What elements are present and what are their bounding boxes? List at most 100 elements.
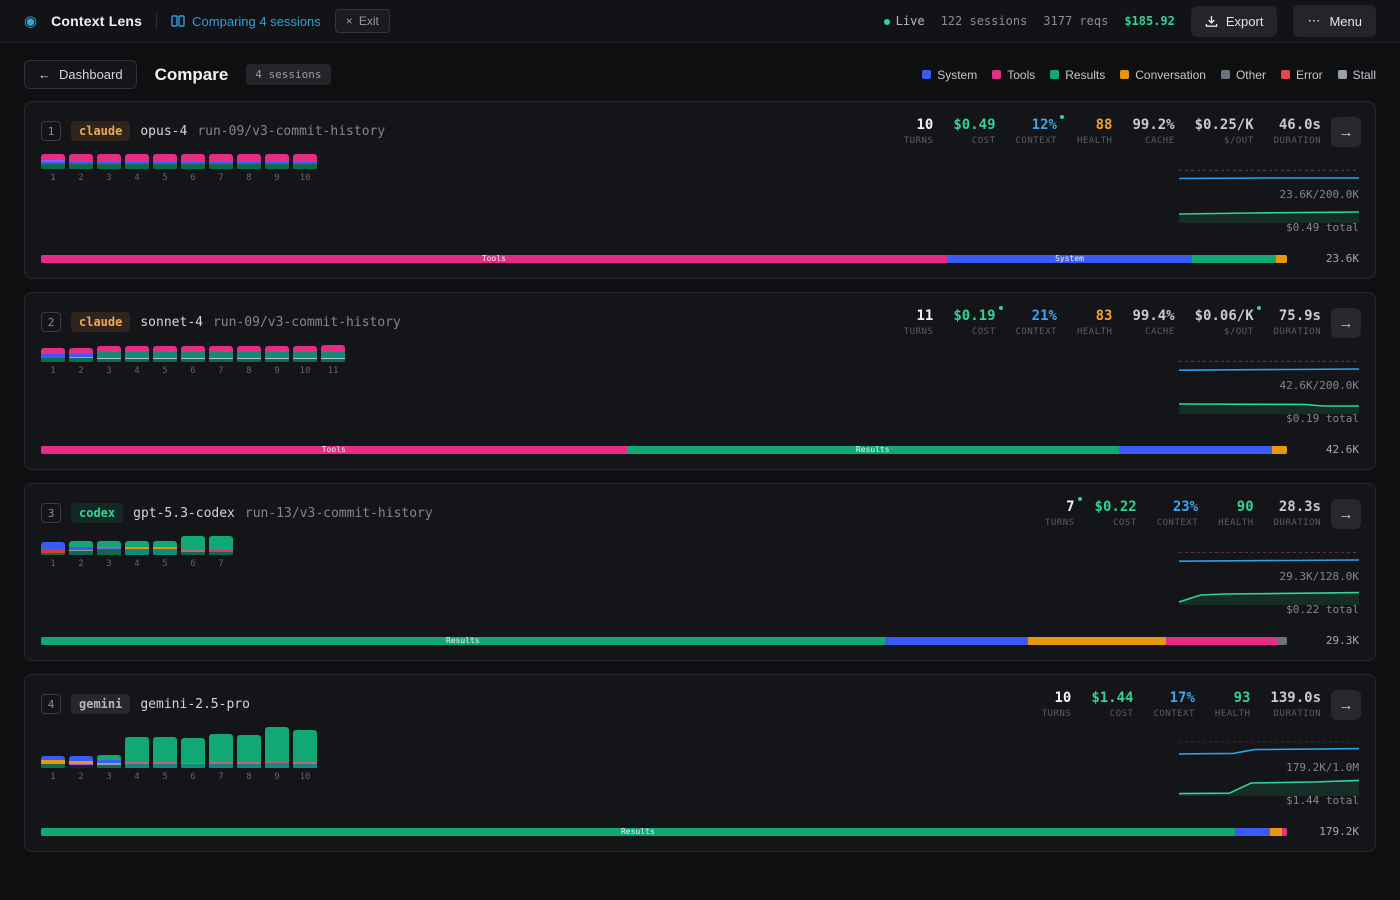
- turn-bar[interactable]: 1: [41, 154, 65, 183]
- turn-bar[interactable]: 5: [153, 346, 177, 376]
- turn-bar-segment: [209, 359, 233, 362]
- arrow-left-icon: ←: [38, 67, 51, 82]
- turn-bar-segment: [97, 154, 121, 162]
- turn-bar[interactable]: 3: [97, 346, 121, 376]
- stat-duration: 139.0sDURATION: [1270, 690, 1321, 719]
- live-dot-icon: [884, 19, 890, 25]
- turn-bar[interactable]: 2: [69, 756, 93, 782]
- turn-bar[interactable]: 2: [69, 348, 93, 376]
- token-segment[interactable]: [1282, 828, 1287, 836]
- stat-cost: $0.49COST: [953, 117, 995, 146]
- turn-number-label: 6: [181, 173, 205, 183]
- turn-bar[interactable]: 10: [293, 154, 317, 183]
- run-name: run-09/v3-commit-history: [197, 124, 385, 139]
- turn-bar[interactable]: 2: [69, 541, 93, 569]
- token-segment[interactable]: [1270, 828, 1282, 836]
- turn-bar-segment: [41, 358, 65, 362]
- token-segment[interactable]: [1276, 255, 1287, 263]
- turn-bar-segment: [153, 164, 177, 169]
- turn-bar[interactable]: 5: [153, 737, 177, 782]
- token-segment[interactable]: Results: [41, 637, 885, 645]
- turn-bar[interactable]: 3: [97, 541, 121, 569]
- turn-bar-stack: [265, 727, 289, 768]
- turn-bar[interactable]: 9: [265, 346, 289, 376]
- turn-bar[interactable]: 3: [97, 154, 121, 183]
- delta-dot-icon: [1078, 497, 1082, 501]
- turn-bar[interactable]: 7: [209, 536, 233, 569]
- token-segment[interactable]: [1192, 255, 1275, 263]
- turn-bar[interactable]: 7: [209, 346, 233, 376]
- turn-bar[interactable]: 1: [41, 348, 65, 376]
- token-segment[interactable]: Tools: [41, 255, 947, 263]
- menu-button[interactable]: ⋯ Menu: [1293, 5, 1376, 37]
- turn-bar[interactable]: 8: [237, 735, 261, 782]
- turn-bar[interactable]: 4: [125, 154, 149, 183]
- exit-button[interactable]: × Exit: [335, 9, 390, 33]
- turn-bar[interactable]: 7: [209, 734, 233, 782]
- turn-bar[interactable]: 4: [125, 737, 149, 782]
- token-segment[interactable]: [1166, 637, 1278, 645]
- turn-bar[interactable]: 1: [41, 542, 65, 569]
- turn-bar[interactable]: 7: [209, 154, 233, 183]
- stat-label: TURNS: [1045, 518, 1075, 528]
- token-segment[interactable]: [1119, 446, 1272, 454]
- turn-number-label: 7: [209, 772, 233, 782]
- turn-bar-segment: [153, 764, 177, 768]
- turn-bar[interactable]: 1: [41, 756, 65, 782]
- turn-bar[interactable]: 8: [237, 154, 261, 183]
- turn-bar[interactable]: 5: [153, 154, 177, 183]
- open-session-button[interactable]: →: [1331, 499, 1361, 529]
- token-segment[interactable]: [1278, 637, 1287, 645]
- legend-swatch-icon: [1050, 70, 1059, 79]
- stat-label: HEALTH: [1077, 327, 1113, 337]
- sessions-count: 122 sessions: [941, 14, 1028, 28]
- token-breakdown-row: Results 29.3K: [41, 634, 1359, 647]
- turn-bar[interactable]: 10: [293, 346, 317, 376]
- stat-label: COST: [972, 327, 996, 337]
- token-segment[interactable]: [1235, 828, 1270, 836]
- turn-bar-stack: [97, 755, 121, 768]
- token-segment[interactable]: [885, 637, 1028, 645]
- turn-bar-stack: [181, 536, 205, 555]
- context-sparkline: [1179, 739, 1359, 763]
- export-button[interactable]: Export: [1191, 6, 1278, 37]
- turn-bar[interactable]: 5: [153, 541, 177, 569]
- turn-bar-stack: [153, 737, 177, 768]
- turn-bar[interactable]: 10: [293, 730, 317, 782]
- open-session-button[interactable]: →: [1331, 117, 1361, 147]
- turn-bar[interactable]: 6: [181, 536, 205, 569]
- open-session-button[interactable]: →: [1331, 308, 1361, 338]
- turn-bar[interactable]: 6: [181, 738, 205, 782]
- turn-bar-segment: [209, 154, 233, 162]
- turn-number-label: 4: [125, 772, 149, 782]
- turn-bar[interactable]: 4: [125, 541, 149, 569]
- close-icon: ×: [346, 14, 353, 28]
- turn-bar-stack: [181, 346, 205, 362]
- turn-bar[interactable]: 4: [125, 346, 149, 376]
- token-segment[interactable]: System: [947, 255, 1192, 263]
- token-segment[interactable]: [1272, 446, 1287, 454]
- turn-bar[interactable]: 6: [181, 346, 205, 376]
- stat-label: $/OUT: [1224, 327, 1254, 337]
- turn-bar-stack: [321, 345, 345, 362]
- turn-bar[interactable]: 8: [237, 346, 261, 376]
- comparing-sessions-link[interactable]: Comparing 4 sessions: [171, 14, 321, 29]
- turn-number-label: 10: [293, 772, 317, 782]
- turn-bar[interactable]: 11: [321, 345, 345, 376]
- turn-bar[interactable]: 6: [181, 154, 205, 183]
- stat-label: CONTEXT: [1153, 709, 1194, 719]
- turn-bar[interactable]: 2: [69, 154, 93, 183]
- turn-bar-stack: [293, 346, 317, 362]
- turn-bar-stack: [41, 154, 65, 169]
- turn-bar[interactable]: 9: [265, 154, 289, 183]
- token-segment[interactable]: Results: [627, 446, 1119, 454]
- turn-bar[interactable]: 3: [97, 755, 121, 782]
- turn-bar-segment: [209, 552, 233, 555]
- token-segment[interactable]: Tools: [41, 446, 627, 454]
- token-segment[interactable]: [1028, 637, 1166, 645]
- turn-bar-stack: [97, 346, 121, 362]
- turn-bar[interactable]: 9: [265, 727, 289, 782]
- open-session-button[interactable]: →: [1331, 690, 1361, 720]
- token-segment[interactable]: Results: [41, 828, 1235, 836]
- back-to-dashboard-button[interactable]: ← Dashboard: [24, 60, 137, 89]
